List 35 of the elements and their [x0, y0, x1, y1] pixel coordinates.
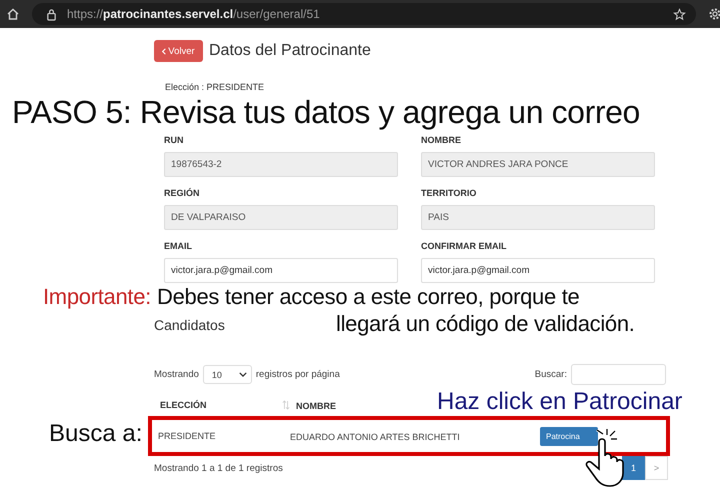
column-header: NOMBRE: [296, 401, 336, 411]
step-caption: PASO 5: Revisa tus datos y agrega un correo: [12, 94, 640, 131]
field-label: TERRITORIO: [421, 188, 478, 200]
table-cell: EDUARDO ANTONIO ARTES BRICHETTI: [290, 432, 460, 442]
page-size-select[interactable]: 10: [202, 365, 252, 384]
hint-caption: Haz click en Patrocinar: [437, 388, 682, 416]
section-title: Candidatos: [154, 317, 225, 333]
address-bar[interactable]: https://patrocinantes.servel.cl/user/general/51: [32, 3, 696, 25]
input-field: PAIS: [421, 205, 655, 230]
field-label: EMAIL: [164, 241, 193, 253]
field-label: RUN: [164, 135, 184, 147]
hint-caption: Busca a:: [49, 420, 142, 448]
page-button[interactable]: 1: [622, 456, 645, 480]
input-field[interactable]: victor.jara.p@gmail.com: [164, 258, 398, 283]
page-title: Datos del Patrocinante: [209, 42, 371, 60]
input-field: DE VALPARAISO: [164, 205, 398, 230]
input-field: VICTOR ANDRES JARA PONCE: [421, 152, 655, 177]
warning-label: Importante:: [43, 284, 151, 310]
url-text: https://patrocinantes.servel.cl/user/general/51: [67, 7, 321, 21]
input-field: 19876543-2: [164, 152, 398, 177]
length-label: Mostrando: [154, 369, 199, 380]
records-info: Mostrando 1 a 1 de 1 registros: [154, 462, 283, 474]
field-label: NOMBRE: [421, 135, 462, 147]
length-label: registros por página: [256, 369, 340, 380]
note-text: Debes tener acceso a este correo, porque te: [156, 284, 580, 310]
search-label: Buscar:: [534, 369, 567, 380]
column-header: ELECCIÓN: [160, 400, 207, 410]
election-label: Elección : PRESIDENTE: [165, 82, 264, 92]
input-field[interactable]: victor.jara.p@gmail.com: [421, 258, 655, 283]
back-button[interactable]: Volver: [154, 40, 203, 62]
note-text: llegará un código de validación.: [336, 311, 635, 337]
sponsor-button[interactable]: Patrocina: [540, 427, 598, 446]
field-label: REGIÓN: [164, 188, 201, 200]
table-cell: PRESIDENTE: [158, 431, 216, 441]
field-label: CONFIRMAR EMAIL: [421, 241, 508, 253]
